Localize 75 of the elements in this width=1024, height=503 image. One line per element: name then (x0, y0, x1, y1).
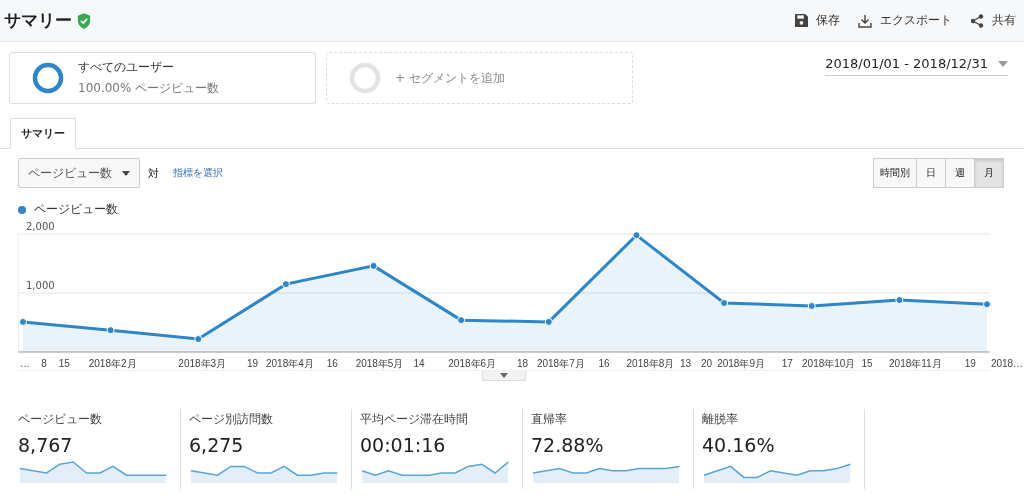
x-tick-label: 2018年9月 (717, 358, 765, 369)
data-point (369, 261, 378, 270)
export-button[interactable]: エクスポート (858, 12, 952, 29)
x-tick-label: 2018… (990, 358, 1024, 369)
tab[interactable]: サマリー (10, 118, 76, 149)
data-point (281, 280, 290, 289)
metric-value: 8,767 (18, 434, 74, 456)
x-tick-label: … (20, 358, 30, 369)
x-tick-label: 2018年3月 (178, 358, 227, 369)
x-tick-label: 2018年5月 (355, 358, 404, 369)
metric-value: 6,275 (189, 434, 245, 456)
x-tick-label: 2018年10月 (802, 358, 856, 369)
x-tick-label: 15 (861, 358, 873, 369)
granularity-button[interactable]: 時間別 (873, 158, 917, 188)
legend-label: ページビュー数 (34, 201, 118, 218)
x-tick-label: 2018年7月 (536, 358, 585, 369)
x-tick-label: 8 (41, 358, 47, 369)
x-tick-label: 2018年11月 (889, 358, 942, 369)
download-icon (858, 13, 872, 28)
y-tick-label: 1,000 (26, 280, 55, 291)
metric-dropdown[interactable]: ページビュー数 (18, 158, 140, 188)
collapse-handle[interactable] (482, 371, 526, 381)
metric-label: 直帰率 (531, 411, 568, 428)
data-point (807, 302, 816, 310)
save-button[interactable]: 保存 (795, 12, 840, 29)
x-tick-label: 2018年6月 (448, 358, 497, 369)
x-tick-label: 16 (598, 358, 610, 369)
page-title: サマリー (4, 9, 72, 32)
x-tick-label: 18 (516, 358, 529, 369)
x-tick-label: 13 (679, 358, 692, 369)
caret-icon (500, 373, 508, 378)
x-tick-label: 16 (326, 358, 338, 369)
metric-value: 40.16% (702, 434, 776, 456)
metric-value: 00:01:16 (360, 434, 447, 456)
data-point (457, 316, 466, 325)
select-metric-link[interactable]: 指標を選択 (173, 166, 223, 180)
x-tick-label: 19 (247, 358, 259, 369)
versus-label: 対 (148, 165, 159, 181)
segment-detail: 100.00% ページビュー数 (78, 80, 220, 97)
empty-ring-icon (349, 62, 381, 94)
date-range-picker[interactable]: 2018/01/01 - 2018/12/31 (825, 56, 1008, 76)
segment-name: すべてのユーザー (78, 59, 175, 76)
metric-label: 平均ページ滞在時間 (360, 411, 469, 428)
x-tick-label: 17 (781, 358, 793, 369)
data-point (895, 296, 904, 305)
x-tick-label: 20 (701, 358, 713, 369)
data-point (983, 300, 991, 309)
x-tick-label: 19 (964, 358, 976, 369)
data-point (720, 299, 729, 308)
data-point (194, 335, 203, 343)
legend-dot (18, 205, 26, 214)
metric-label: ページ別訪問数 (189, 411, 274, 428)
y-tick-label: 2,000 (26, 222, 55, 232)
metric-label: 離脱率 (702, 411, 739, 428)
caret-icon (998, 60, 1008, 67)
metric-label: ページビュー数 (18, 411, 103, 428)
x-tick-label: 15 (58, 358, 70, 369)
metric-value: 72.88% (531, 434, 605, 456)
data-point (632, 231, 641, 240)
caret-icon (122, 170, 130, 176)
data-point (106, 326, 115, 335)
x-tick-label: 2018年4月 (266, 358, 314, 369)
add-segment-button[interactable]: + セグメントを追加 (326, 52, 633, 104)
share-button[interactable]: 共有 (970, 12, 1016, 29)
granularity-button[interactable]: 週 (945, 158, 975, 188)
share-icon (970, 13, 984, 28)
x-tick-label: 2018年8月 (626, 358, 675, 369)
granularity-button[interactable]: 日 (916, 158, 946, 188)
verified-shield-icon (77, 12, 91, 29)
segment-ring-icon (32, 62, 64, 94)
data-point (19, 317, 27, 326)
x-tick-label: 14 (413, 358, 425, 369)
data-point (544, 317, 553, 326)
x-tick-label: 2018年2月 (88, 358, 137, 369)
granularity-button[interactable]: 月 (974, 158, 1004, 188)
